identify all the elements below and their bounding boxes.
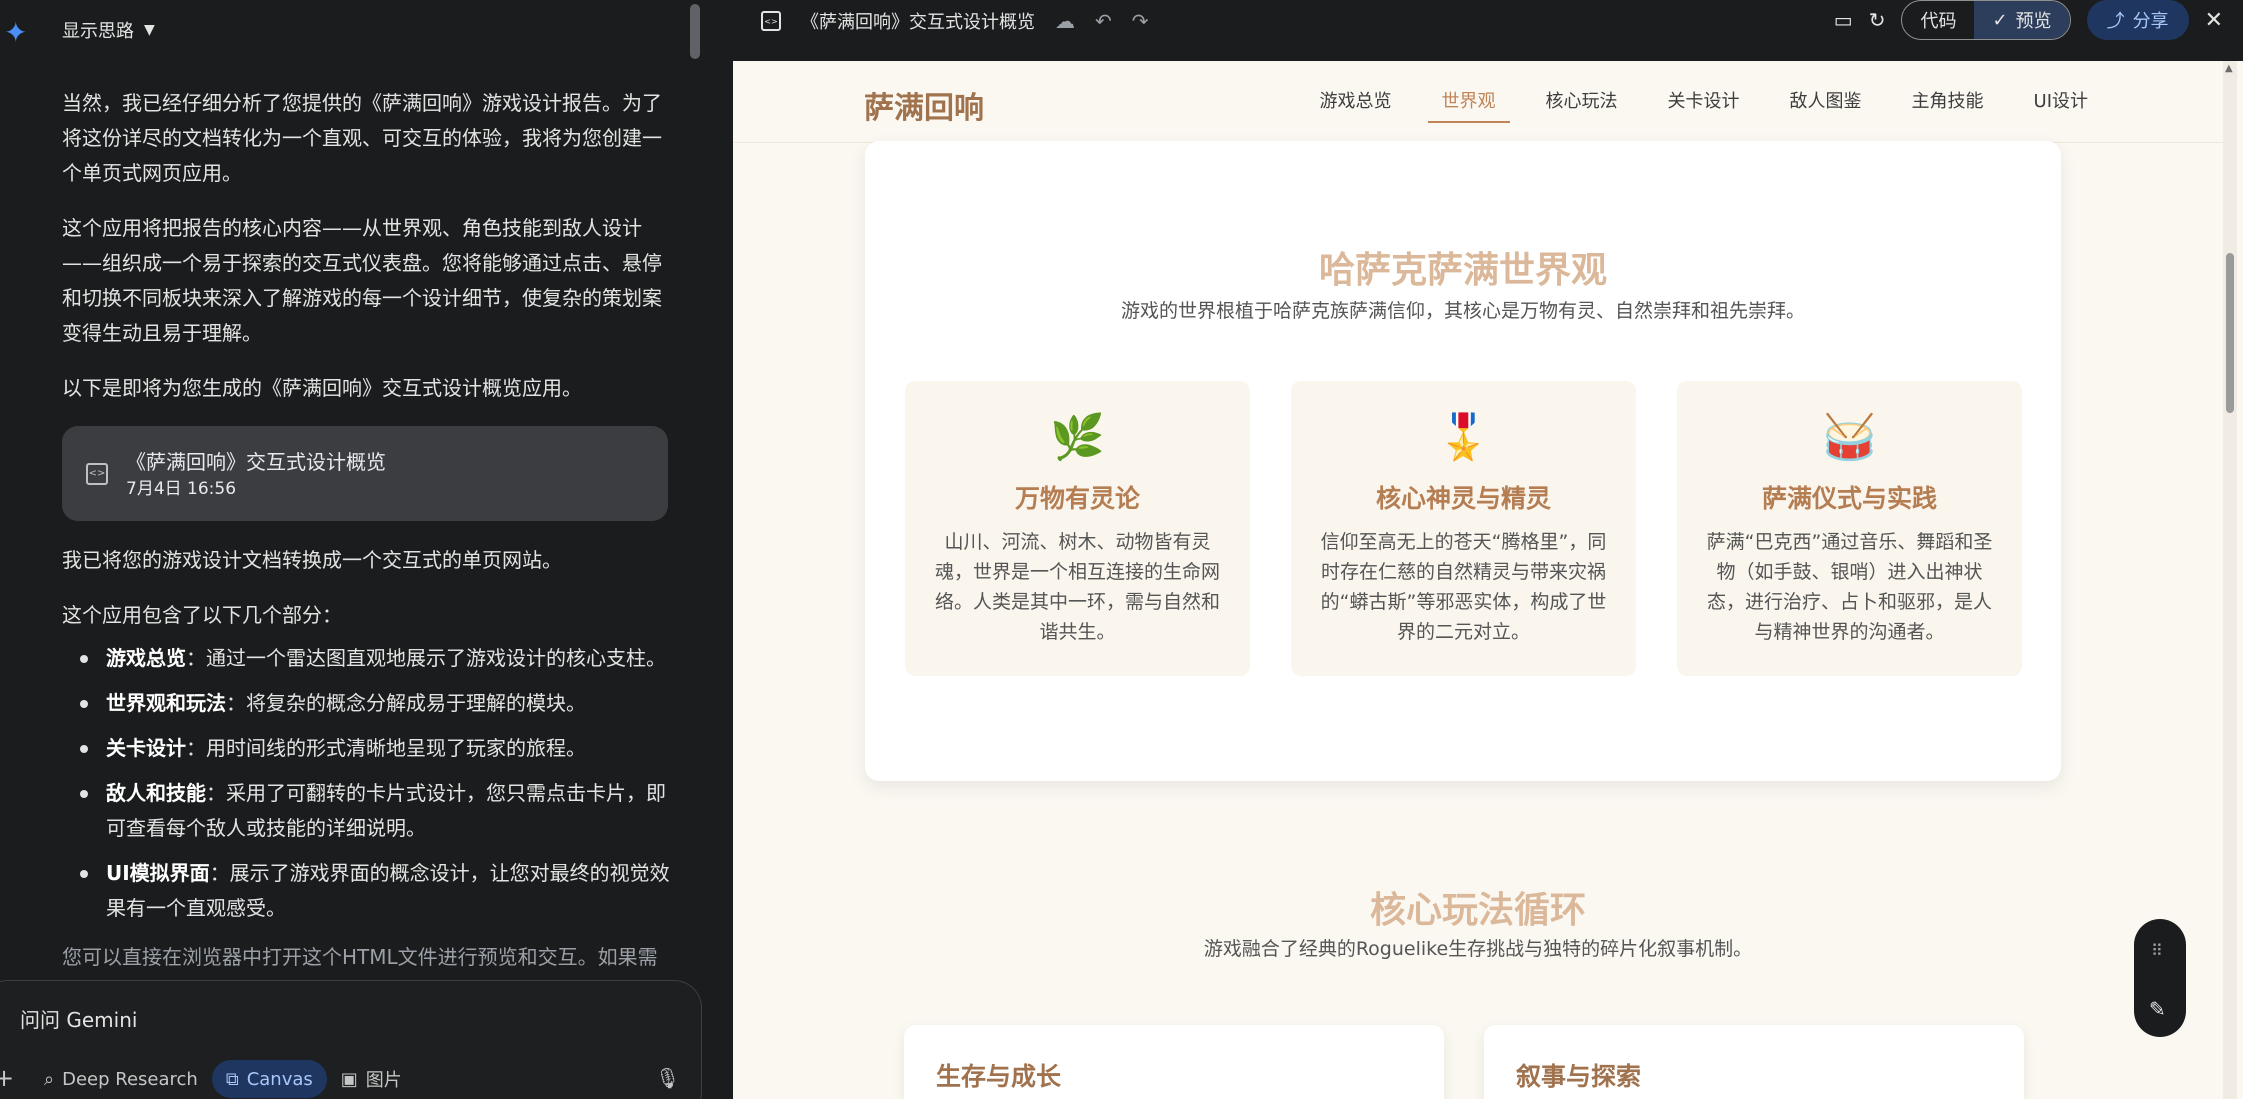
canvas-toolbar: <> 《萨满回响》交互式设计概览 ☁ ↶ ↷ ▭ ↻ 代码 ✓ 预览 ⤴ 分享 ✕ bbox=[733, 0, 2243, 61]
section-subtitle: 游戏的世界根植于哈萨克族萨满信仰，其核心是万物有灵、自然崇拜和祖先崇拜。 bbox=[1120, 300, 1805, 322]
preview-tab[interactable]: ✓ 预览 bbox=[1974, 1, 2070, 39]
feature-title: 萨满仪式与实践 bbox=[1761, 484, 1937, 513]
response-paragraph: 这个应用将把报告的核心内容——从世界观、角色技能到敌人设计——组织成一个易于探索… bbox=[62, 216, 662, 345]
nav-item-levels[interactable]: 关卡设计 bbox=[1668, 87, 1740, 123]
feature-text: 信仰至高无上的苍天“腾格里”，同时存在仁慈的自然精灵与带来灾祸的“蟒古斯”等邪恶… bbox=[1320, 531, 1607, 643]
drum-icon: 🥁 bbox=[1822, 412, 1877, 463]
doc-card-date: 7月4日 16:56 bbox=[126, 478, 237, 499]
nav-links: 游戏总览 世界观 核心玩法 关卡设计 敌人图鉴 主角技能 UI设计 bbox=[1320, 87, 2088, 123]
response-paragraph: 以下是即将为您生成的《萨满回响》交互式设计概览应用。 bbox=[62, 376, 582, 400]
nav-item-world[interactable]: 世界观 bbox=[1427, 87, 1510, 123]
tool-bar: ⌕ Deep Research ⧉ Canvas ▣ 图片 bbox=[30, 1060, 416, 1098]
show-thinking-label: 显示思路 bbox=[62, 21, 134, 42]
list-item: 敌人和技能：采用了可翻转的卡片式设计，您只需点击卡片，即可查看每个敌人或技能的详… bbox=[76, 776, 672, 846]
undo-icon[interactable]: ↶ bbox=[1095, 9, 1112, 33]
canvas-icon: ⧉ bbox=[225, 1068, 239, 1090]
doc-card-title: 《萨满回响》交互式设计概览 bbox=[126, 449, 386, 474]
image-icon: ▣ bbox=[340, 1068, 358, 1090]
loop-card-title: 叙事与探索 bbox=[1516, 1062, 1642, 1091]
redo-icon[interactable]: ↷ bbox=[1132, 9, 1149, 33]
canvas-panel: <> 《萨满回响》交互式设计概览 ☁ ↶ ↷ ▭ ↻ 代码 ✓ 预览 ⤴ 分享 ✕… bbox=[733, 0, 2243, 1099]
edit-sparkle-icon[interactable]: ✎ bbox=[2149, 997, 2166, 1021]
chat-panel: ✦ 显示思路 ▼ 当然，我已经仔细分析了您提供的《萨满回响》游戏设计报告。为了将… bbox=[0, 0, 733, 1099]
chevron-down-icon: ▼ bbox=[144, 22, 155, 38]
code-doc-icon: <> bbox=[86, 462, 108, 485]
feature-text: 山川、河流、树木、动物皆有灵魂，世界是一个相互连接的生命网络。人类是其中一环，需… bbox=[934, 531, 1220, 643]
canvas-doc-card[interactable]: <> 《萨满回响》交互式设计概览 7月4日 16:56 bbox=[62, 426, 668, 521]
share-button[interactable]: ⤴ 分享 bbox=[2086, 0, 2189, 40]
chat-scrollbar[interactable] bbox=[690, 4, 700, 59]
code-tab[interactable]: 代码 bbox=[1902, 1, 1974, 39]
section-title: 核心玩法循环 bbox=[1369, 890, 1586, 931]
preview-scrollbar[interactable]: ▲ bbox=[2223, 61, 2237, 1099]
list-item: UI模拟界面：展示了游戏界面的概念设计，让您对最终的视觉效果有一个直观感受。 bbox=[76, 856, 672, 926]
floating-toolbar: ⠿ ✎ bbox=[2134, 919, 2186, 1037]
feature-title: 万物有灵论 bbox=[1014, 484, 1140, 513]
loop-card: 生存与成长 bbox=[904, 1025, 1444, 1099]
preview-page: 萨满回响 游戏总览 世界观 核心玩法 关卡设计 敌人图鉴 主角技能 UI设计 哈… bbox=[733, 61, 2243, 1099]
scroll-thumb[interactable] bbox=[2226, 253, 2234, 413]
add-icon[interactable]: + bbox=[0, 1064, 14, 1092]
medal-icon: 🎖️ bbox=[1436, 412, 1491, 463]
canvas-button[interactable]: ⧉ Canvas bbox=[211, 1060, 327, 1098]
world-section: 哈萨克萨满世界观 游戏的世界根植于哈萨克族萨满信仰，其核心是万物有灵、自然崇拜和… bbox=[865, 141, 2061, 781]
nav-item-overview[interactable]: 游戏总览 bbox=[1320, 87, 1392, 123]
refresh-icon[interactable]: ↻ bbox=[1869, 8, 1886, 32]
loop-card: 叙事与探索 bbox=[1484, 1025, 2024, 1099]
code-preview-toggle: 代码 ✓ 预览 bbox=[1901, 0, 2071, 40]
nav-item-gameplay[interactable]: 核心玩法 bbox=[1546, 87, 1618, 123]
close-icon[interactable]: ✕ bbox=[2205, 8, 2223, 33]
share-icon: ⤴ bbox=[2106, 11, 2125, 32]
feature-text: 萨满“巴克西”通过音乐、舞蹈和圣物（如手鼓、银哨）进入出神状态，进行治疗、占卜和… bbox=[1706, 531, 1993, 643]
feature-card: 🌿 万物有灵论 山川、河流、树木、动物皆有灵魂，世界是一个相互连接的生命网络。人… bbox=[905, 381, 1250, 676]
nav-item-enemies[interactable]: 敌人图鉴 bbox=[1790, 87, 1862, 123]
response-paragraph: 这个应用包含了以下几个部分： bbox=[62, 603, 342, 627]
feature-card: 🎖️ 核心神灵与精灵 信仰至高无上的苍天“腾格里”，同时存在仁慈的自然精灵与带来… bbox=[1291, 381, 1636, 676]
site-nav: 萨满回响 游戏总览 世界观 核心玩法 关卡设计 敌人图鉴 主角技能 UI设计 bbox=[733, 61, 2233, 143]
feature-title: 核心神灵与精灵 bbox=[1375, 484, 1551, 513]
canvas-title: 《萨满回响》交互式设计概览 bbox=[801, 12, 1035, 33]
feature-list: 游戏总览：通过一个雷达图直观地展示了游戏设计的核心支柱。 世界观和玩法：将复杂的… bbox=[62, 641, 672, 926]
chat-response: 当然，我已经仔细分析了您提供的《萨满回响》游戏设计报告。为了将这份详尽的文档转化… bbox=[62, 86, 672, 995]
loop-card-title: 生存与成长 bbox=[936, 1062, 1062, 1091]
mic-icon[interactable]: 🎙 bbox=[655, 1066, 680, 1090]
code-doc-icon: <> bbox=[761, 11, 781, 31]
site-brand[interactable]: 萨满回响 bbox=[864, 83, 984, 127]
scroll-up-icon[interactable]: ▲ bbox=[2225, 63, 2233, 74]
show-thinking-toggle[interactable]: 显示思路 ▼ bbox=[62, 17, 155, 43]
response-paragraph: 您可以直接在浏览器中打开这个HTML文件进行预览和交互。如果需 bbox=[62, 945, 658, 969]
section-subtitle: 游戏融合了经典的Roguelike生存挑战与独特的碎片化叙事机制。 bbox=[1203, 938, 1753, 960]
image-button[interactable]: ▣ 图片 bbox=[327, 1060, 416, 1098]
response-paragraph: 当然，我已经仔细分析了您提供的《萨满回响》游戏设计报告。为了将这份详尽的文档转化… bbox=[62, 91, 662, 185]
response-paragraph: 我已将您的游戏设计文档转换成一个交互式的单页网站。 bbox=[62, 548, 562, 572]
deep-research-icon: ⌕ bbox=[44, 1068, 55, 1090]
gemini-sparkle-icon: ✦ bbox=[4, 16, 28, 49]
check-icon: ✓ bbox=[1992, 9, 2008, 31]
list-item: 游戏总览：通过一个雷达图直观地展示了游戏设计的核心支柱。 bbox=[76, 641, 672, 676]
cloud-save-icon[interactable]: ☁ bbox=[1055, 9, 1075, 33]
list-item: 关卡设计：用时间线的形式清晰地呈现了玩家的旅程。 bbox=[76, 731, 672, 766]
section-title: 哈萨克萨满世界观 bbox=[1318, 250, 1607, 291]
feature-card: 🥁 萨满仪式与实践 萨满“巴克西”通过音乐、舞蹈和圣物（如手鼓、银哨）进入出神状… bbox=[1677, 381, 2022, 676]
nav-item-skills[interactable]: 主角技能 bbox=[1912, 87, 1984, 123]
drag-handle-icon[interactable]: ⠿ bbox=[2151, 941, 2163, 960]
herb-icon: 🌿 bbox=[1050, 412, 1105, 463]
prompt-input[interactable]: 问问 Gemini bbox=[20, 1004, 137, 1033]
console-icon[interactable]: ▭ bbox=[1834, 8, 1853, 32]
deep-research-button[interactable]: ⌕ Deep Research bbox=[30, 1060, 212, 1098]
nav-item-ui[interactable]: UI设计 bbox=[2034, 87, 2088, 123]
list-item: 世界观和玩法：将复杂的概念分解成易于理解的模块。 bbox=[76, 686, 672, 721]
